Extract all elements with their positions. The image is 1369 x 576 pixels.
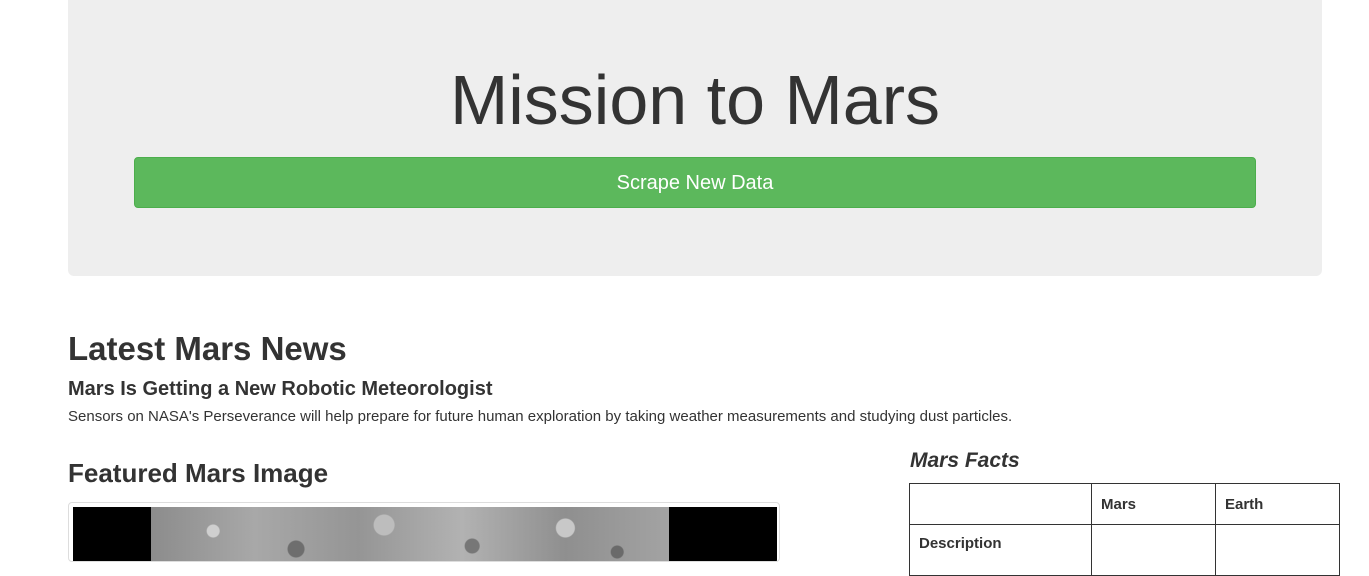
table-row: Description <box>909 524 1340 576</box>
scrape-new-data-button[interactable]: Scrape New Data <box>134 157 1256 208</box>
table-header-cell: Mars <box>1091 483 1216 525</box>
table-header-row: Mars Earth <box>909 483 1340 525</box>
table-cell <box>1091 524 1216 576</box>
news-article-title: Mars Is Getting a New Robotic Meteorolog… <box>68 378 493 400</box>
mars-facts-table: Mars Earth Description <box>909 483 1340 576</box>
table-cell <box>1215 524 1340 576</box>
table-header-cell <box>909 483 1092 525</box>
mars-surface-photo <box>151 507 669 561</box>
news-section-heading: Latest Mars News <box>68 330 347 367</box>
mars-facts-heading: Mars Facts <box>910 449 1020 472</box>
table-header-cell: Earth <box>1215 483 1340 525</box>
table-cell: Description <box>909 524 1092 576</box>
jumbotron-header: Mission to Mars Scrape New Data <box>68 0 1322 276</box>
featured-mars-image <box>73 507 777 561</box>
featured-image-thumbnail[interactable] <box>68 502 780 562</box>
page-title: Mission to Mars <box>449 61 941 139</box>
news-article-teaser: Sensors on NASA's Perseverance will help… <box>68 408 1013 425</box>
featured-image-heading: Featured Mars Image <box>68 458 329 488</box>
